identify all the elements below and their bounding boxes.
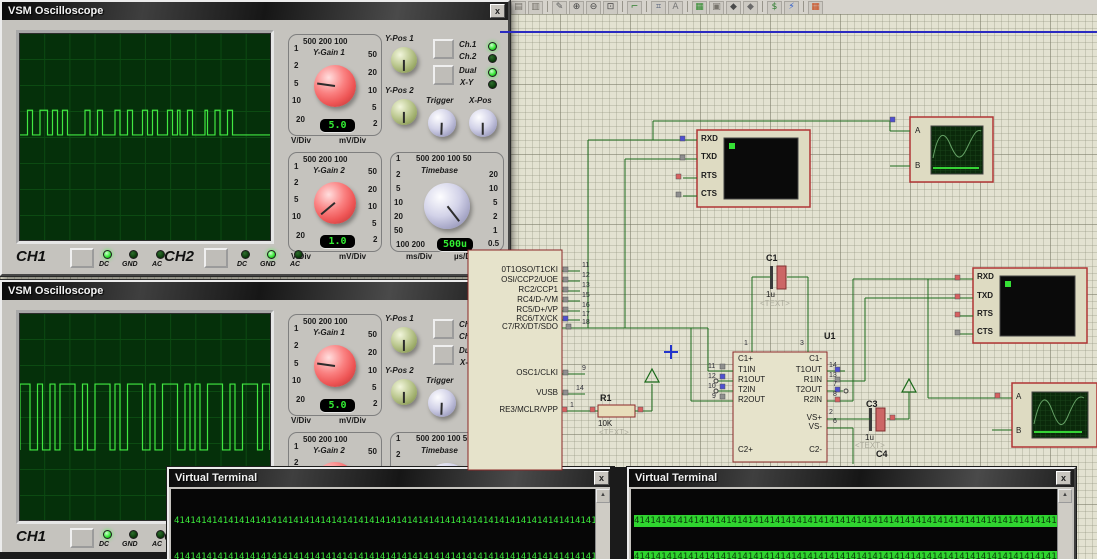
u1-pin-label: T1IN [738, 365, 756, 374]
term2-pin-rts: RTS [977, 309, 993, 318]
graph2-pin-b: B [1016, 426, 1022, 435]
u1-pin-label: C2+ [738, 445, 753, 454]
mcu-pin-number: 9 [582, 365, 586, 372]
c1-ref: C1 [766, 253, 778, 263]
graph1-pin-b: B [915, 161, 921, 170]
proteus-app: ▤ ▥ ✎ ⊕ ⊖ ⊡ ⌐ ⌗ A ▦ ▣ ◆ ◆ $ ⚡ ▦ 0T1OSO/T… [0, 0, 1097, 559]
mcu-pin-label: VUSB [536, 388, 558, 397]
u1-pin-label: R1IN [803, 375, 822, 384]
schematic-canvas[interactable]: 0T1OSO/T1CKI OSI/CCP2/UOE RC2/CCP1 RC4/D… [0, 14, 1097, 559]
u1-pin-label: T2IN [738, 385, 756, 394]
graph1-pin-a: A [915, 126, 921, 135]
u1-pin-number: 8 [833, 391, 837, 398]
power-arrow-icon [900, 377, 918, 393]
u1-pin-label: R2IN [803, 395, 822, 404]
u1-pin-label: T1OUT [795, 365, 822, 374]
instrument-scope-graph-1[interactable] [909, 116, 994, 183]
u1-pin-label: VS+ [806, 413, 822, 422]
u1-pin-number: 2 [829, 409, 833, 416]
u1-ref: U1 [824, 331, 836, 341]
r1-text: <TEXT> [599, 428, 629, 437]
u1-pin-label: T2OUT [795, 385, 822, 394]
u1-pin-label: VS- [808, 422, 822, 431]
u1-pin-number: 12 [708, 373, 716, 380]
graph2-pin-a: A [1016, 392, 1022, 401]
u1-pin-number: 6 [833, 418, 837, 425]
terminal-cursor [729, 143, 735, 149]
mcu-pin-label: C7/RX/DT/SDO [501, 322, 558, 331]
mcu-pin-label: 0T1OSO/T1CKI [501, 265, 558, 274]
mcu-pin-label: RC4/D-/VM [517, 295, 558, 304]
mcu-pin-number: 1 [570, 402, 574, 409]
c1-text: <TEXT> [760, 299, 790, 308]
c3-ref: C3 [866, 399, 878, 409]
instrument-scope-graph-2[interactable] [1011, 382, 1097, 448]
term1-pin-rxd: RXD [701, 134, 718, 143]
c4-ref: C4 [876, 449, 888, 459]
u1-pin-label: C2- [809, 445, 822, 454]
mcu-pin-label: OSI/CCP2/UOE [501, 275, 558, 284]
origin-marker-icon [664, 345, 678, 359]
u1-pin-number: 11 [708, 363, 716, 370]
mcu-pin-number: 11 [582, 262, 590, 269]
component-c1[interactable] [770, 265, 787, 290]
mcu-pin-number: 18 [582, 319, 590, 326]
power-arrow-icon [643, 367, 661, 383]
component-c3[interactable] [869, 407, 886, 432]
mcu-pin-label: OSC1/CLKI [516, 368, 558, 377]
mcu-pin-number: 12 [582, 272, 590, 279]
mcu-pin-number: 17 [582, 311, 590, 318]
r1-ref: R1 [600, 393, 612, 403]
u1-pin-number: 13 [829, 372, 837, 379]
mcu-pin-label: RC5/D+/VP [516, 305, 558, 314]
terminal-cursor [1005, 281, 1011, 287]
u1-pin-number: 1 [744, 340, 748, 347]
u1-pin-number: 10 [708, 383, 716, 390]
mcu-pin-number: 15 [582, 292, 590, 299]
term1-pin-txd: TXD [701, 152, 717, 161]
component-r1[interactable] [597, 404, 636, 418]
u1-pin-number: 9 [712, 393, 716, 400]
u1-pin-number: 3 [800, 340, 804, 347]
mcu-pin-number: 13 [582, 282, 590, 289]
term2-pin-txd: TXD [977, 291, 993, 300]
term1-pin-rts: RTS [701, 171, 717, 180]
term2-pin-rxd: RXD [977, 272, 994, 281]
mcu-pin-label: RC2/CCP1 [518, 285, 558, 294]
u1-pin-label: C1- [809, 354, 822, 363]
mcu-pin-label: RE3/MCLR/VPP [499, 405, 558, 414]
term2-pin-cts: CTS [977, 327, 993, 336]
term1-pin-cts: CTS [701, 189, 717, 198]
mcu-pin-number: 16 [582, 302, 590, 309]
r1-value: 10K [598, 419, 613, 428]
u1-pin-number: 14 [829, 362, 837, 369]
u1-pin-number: 7 [833, 381, 837, 388]
u1-pin-label: C1+ [738, 354, 753, 363]
c1-value: 1u [766, 290, 775, 299]
mcu-pin-number: 14 [576, 385, 584, 392]
